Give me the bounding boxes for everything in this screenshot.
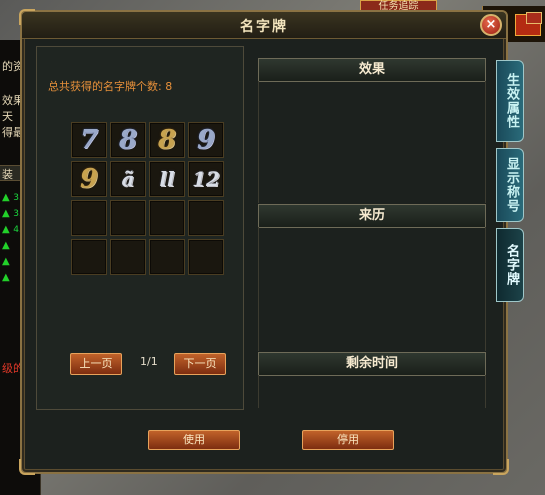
empty-slot[interactable] [110,239,146,275]
name-plate-glyph: ã [121,167,135,191]
name-plate-glyph: ll [159,167,175,191]
side-tab[interactable]: 显示称号 [496,148,524,222]
title-bar[interactable]: 名字牌 × [22,12,506,39]
bg-list-row: ▲ [2,238,10,251]
side-tab[interactable]: 名字牌 [496,228,524,302]
name-plate-glyph: 9 [196,125,216,155]
remaining-time-content [258,375,486,408]
name-plate-slot[interactable]: 8 [149,122,185,158]
prev-page-button[interactable]: 上一页 [70,353,122,375]
bg-list-row: ▲ [2,270,10,283]
remaining-time-header: 剩余时间 [258,352,486,376]
name-plate-glyph: 12 [192,167,220,191]
name-plate-glyph: 7 [79,125,99,155]
name-plate-window: 名字牌 × 总共获得的名字牌个数: 8 7 8 8 9 9 ã ll 12 上一页 1/1 下… [19,9,509,475]
name-plate-grid: 7 8 8 9 9 ã ll 12 [71,122,229,280]
frame-corner [19,459,35,475]
empty-slot[interactable] [110,200,146,236]
bg-text-fragment: 天 [2,110,13,123]
name-plate-slot[interactable]: ã [110,161,146,197]
bg-text-fragment: 装 [2,168,13,181]
name-plate-slot[interactable]: 7 [71,122,107,158]
up-arrow-icon: ▲ [2,256,10,267]
use-button[interactable]: 使用 [148,430,240,450]
empty-slot[interactable] [71,200,107,236]
empty-slot[interactable] [188,200,224,236]
name-plate-slot[interactable]: ll [149,161,185,197]
page-indicator: 1/1 [140,355,158,368]
name-plate-slot[interactable]: 9 [71,161,107,197]
total-count-label: 总共获得的名字牌个数: 8 [48,80,173,93]
name-plate-slot[interactable]: 12 [188,161,224,197]
minimize-button[interactable] [526,12,542,24]
window-title: 名字牌 [240,19,288,35]
up-arrow-icon: ▲ [2,272,10,283]
empty-slot[interactable] [149,239,185,275]
name-plate-glyph: 9 [79,164,99,194]
disable-button[interactable]: 停用 [302,430,394,450]
up-arrow-icon: ▲ [2,208,10,219]
close-button[interactable]: × [480,14,502,36]
side-tab[interactable]: 生效属性 [496,60,524,142]
empty-slot[interactable] [149,200,185,236]
effect-header: 效果 [258,58,486,82]
empty-slot[interactable] [71,239,107,275]
empty-slot[interactable] [188,239,224,275]
up-arrow-icon: ▲ [2,240,10,251]
up-arrow-icon: ▲ [2,192,10,203]
origin-header: 来历 [258,204,486,228]
next-page-button[interactable]: 下一页 [174,353,226,375]
name-plate-glyph: 8 [118,125,138,155]
bg-list-row: ▲ [2,254,10,267]
detail-column: 效果 来历 剩余时间 [258,46,486,408]
up-arrow-icon: ▲ [2,224,10,235]
pager: 上一页 1/1 下一页 [70,353,230,375]
frame-corner [493,459,509,475]
effect-content [258,81,486,203]
name-plate-slot[interactable]: 9 [188,122,224,158]
name-plate-slot[interactable]: 8 [110,122,146,158]
name-plate-glyph: 8 [157,125,177,155]
origin-content [258,227,486,351]
